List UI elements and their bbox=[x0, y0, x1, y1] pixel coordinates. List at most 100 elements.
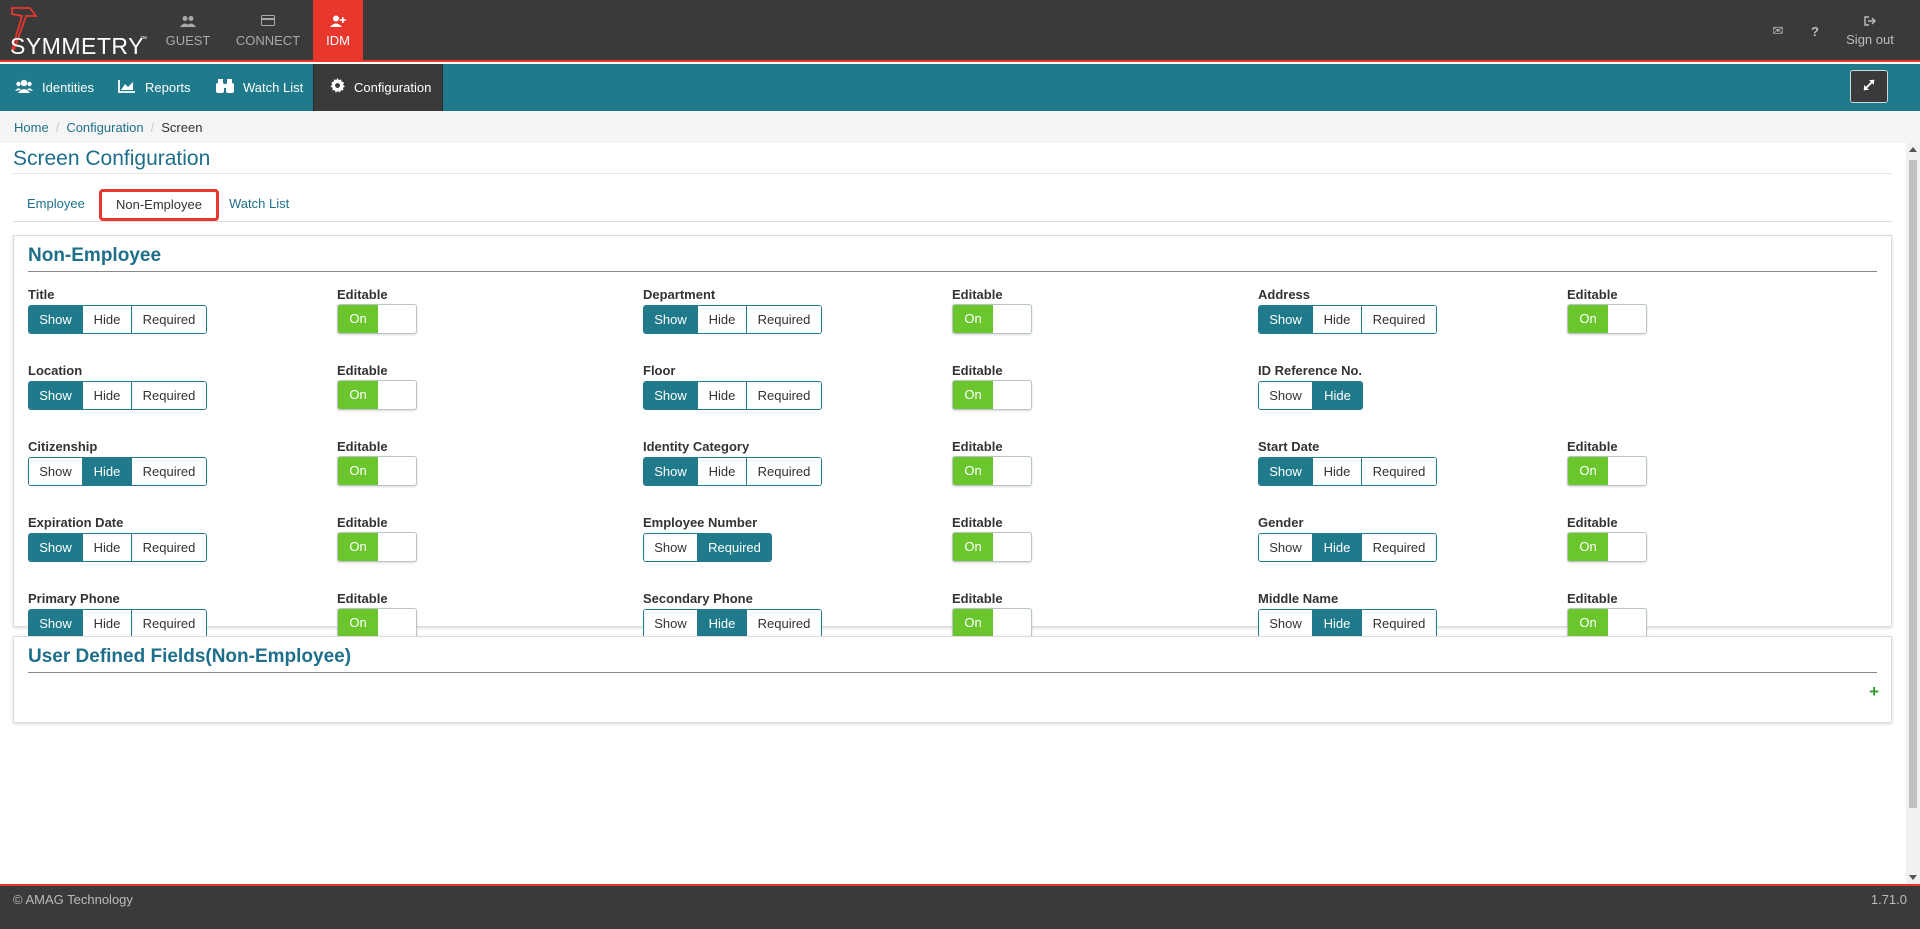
breadcrumb-configuration[interactable]: Configuration bbox=[66, 120, 143, 135]
hide-button[interactable]: Hide bbox=[83, 458, 132, 485]
show-button[interactable]: Show bbox=[29, 458, 83, 485]
nav-reports[interactable]: Reports bbox=[118, 64, 191, 111]
editable-switch-identity-category[interactable]: On bbox=[952, 456, 1032, 486]
visibility-toggle-address: Show Hide Required bbox=[1258, 305, 1437, 334]
sign-out-button[interactable]: Sign out bbox=[1840, 0, 1900, 62]
hide-button[interactable]: Hide bbox=[83, 306, 132, 333]
required-button[interactable]: Required bbox=[132, 382, 206, 409]
expand-icon bbox=[1862, 78, 1876, 95]
editable-switch-citizenship[interactable]: On bbox=[337, 456, 417, 486]
hide-button[interactable]: Hide bbox=[698, 306, 747, 333]
nav-configuration[interactable]: Configuration bbox=[313, 64, 443, 111]
copyright-text: © AMAG Technology bbox=[13, 892, 133, 907]
show-button[interactable]: Show bbox=[29, 382, 83, 409]
topnav-guest[interactable]: GUEST bbox=[156, 0, 220, 62]
tab-employee[interactable]: Employee bbox=[13, 189, 99, 221]
scroll-thumb[interactable] bbox=[1909, 160, 1917, 808]
hide-button[interactable]: Hide bbox=[1313, 382, 1362, 409]
hide-button[interactable]: Hide bbox=[1313, 458, 1362, 485]
editable-switch-secondary-phone[interactable]: On bbox=[952, 608, 1032, 638]
show-button[interactable]: Show bbox=[1259, 306, 1313, 333]
expand-button[interactable] bbox=[1850, 70, 1888, 103]
required-button[interactable]: Required bbox=[747, 382, 821, 409]
editable-switch-floor[interactable]: On bbox=[952, 380, 1032, 410]
show-button[interactable]: Show bbox=[29, 534, 83, 561]
show-button[interactable]: Show bbox=[29, 306, 83, 333]
required-button[interactable]: Required bbox=[747, 306, 821, 333]
hide-button[interactable]: Hide bbox=[83, 610, 132, 637]
topnav-connect[interactable]: CONNECT bbox=[228, 0, 308, 62]
page-scrollbar[interactable] bbox=[1906, 143, 1920, 884]
field-label-location: Location bbox=[28, 363, 83, 378]
visibility-toggle-citizenship: Show Hide Required bbox=[28, 457, 207, 486]
main-nav: Identities Reports Watch List Configurat… bbox=[0, 64, 1920, 111]
mail-button[interactable]: ✉ bbox=[1766, 0, 1790, 62]
editable-switch-middle-name[interactable]: On bbox=[1567, 608, 1647, 638]
breadcrumb-home[interactable]: Home bbox=[14, 120, 49, 135]
show-button[interactable]: Show bbox=[644, 534, 698, 561]
editable-switch-employee-number[interactable]: On bbox=[952, 532, 1032, 562]
hide-button[interactable]: Hide bbox=[698, 610, 747, 637]
editable-switch-gender[interactable]: On bbox=[1567, 532, 1647, 562]
required-button[interactable]: Required bbox=[1362, 458, 1436, 485]
required-button[interactable]: Required bbox=[1362, 534, 1436, 561]
switch-on-label: On bbox=[1568, 305, 1608, 333]
hide-button[interactable]: Hide bbox=[83, 382, 132, 409]
required-button[interactable]: Required bbox=[132, 610, 206, 637]
field-label-floor: Floor bbox=[643, 363, 676, 378]
hide-button[interactable]: Hide bbox=[1313, 306, 1362, 333]
visibility-toggle-secondary-phone: Show Hide Required bbox=[643, 609, 822, 638]
show-button[interactable]: Show bbox=[29, 610, 83, 637]
udf-panel-divider bbox=[28, 672, 1877, 673]
hide-button[interactable]: Hide bbox=[1313, 610, 1362, 637]
show-button[interactable]: Show bbox=[1259, 458, 1313, 485]
hide-button[interactable]: Hide bbox=[698, 458, 747, 485]
page-title: Screen Configuration bbox=[13, 147, 211, 170]
switch-on-label: On bbox=[338, 533, 378, 561]
show-button[interactable]: Show bbox=[644, 382, 698, 409]
add-field-plus-icon[interactable]: + bbox=[1869, 682, 1879, 702]
editable-switch-location[interactable]: On bbox=[337, 380, 417, 410]
show-button[interactable]: Show bbox=[644, 610, 698, 637]
nav-watch-list[interactable]: Watch List bbox=[216, 64, 303, 111]
field-label-employee-number: Employee Number bbox=[643, 515, 758, 530]
required-button[interactable]: Required bbox=[747, 458, 821, 485]
required-button[interactable]: Required bbox=[1362, 306, 1436, 333]
show-button[interactable]: Show bbox=[644, 306, 698, 333]
required-button[interactable]: Required bbox=[747, 610, 821, 637]
nav-identities[interactable]: Identities bbox=[15, 64, 94, 111]
scroll-up-arrow-icon[interactable] bbox=[1909, 147, 1917, 152]
show-button[interactable]: Show bbox=[1259, 382, 1313, 409]
required-button[interactable]: Required bbox=[698, 534, 771, 561]
editable-switch-address[interactable]: On bbox=[1567, 304, 1647, 334]
show-button[interactable]: Show bbox=[1259, 534, 1313, 561]
editable-switch-primary-phone[interactable]: On bbox=[337, 608, 417, 638]
help-button[interactable]: ? bbox=[1805, 0, 1825, 62]
hide-button[interactable]: Hide bbox=[698, 382, 747, 409]
required-button[interactable]: Required bbox=[132, 306, 206, 333]
editable-switch-start-date[interactable]: On bbox=[1567, 456, 1647, 486]
topnav-idm[interactable]: IDM bbox=[313, 0, 363, 62]
editable-switch-expiration-date[interactable]: On bbox=[337, 532, 417, 562]
editable-label: Editable bbox=[952, 439, 1003, 454]
scroll-down-arrow-icon[interactable] bbox=[1909, 875, 1917, 880]
required-button[interactable]: Required bbox=[132, 458, 206, 485]
switch-on-label: On bbox=[1568, 609, 1608, 637]
switch-on-label: On bbox=[953, 609, 993, 637]
editable-label: Editable bbox=[1567, 439, 1618, 454]
switch-on-label: On bbox=[338, 381, 378, 409]
required-button[interactable]: Required bbox=[132, 534, 206, 561]
tab-watch-list[interactable]: Watch List bbox=[215, 189, 303, 221]
required-button[interactable]: Required bbox=[1362, 610, 1436, 637]
visibility-toggle-gender: Show Hide Required bbox=[1258, 533, 1437, 562]
symmetry-logo[interactable]: SYMMETRY ™ bbox=[8, 6, 148, 59]
hide-button[interactable]: Hide bbox=[83, 534, 132, 561]
help-icon: ? bbox=[1811, 23, 1819, 39]
tab-non-employee[interactable]: Non-Employee bbox=[99, 189, 219, 221]
switch-on-label: On bbox=[953, 305, 993, 333]
show-button[interactable]: Show bbox=[1259, 610, 1313, 637]
editable-switch-title[interactable]: On bbox=[337, 304, 417, 334]
hide-button[interactable]: Hide bbox=[1313, 534, 1362, 561]
show-button[interactable]: Show bbox=[644, 458, 698, 485]
editable-switch-department[interactable]: On bbox=[952, 304, 1032, 334]
